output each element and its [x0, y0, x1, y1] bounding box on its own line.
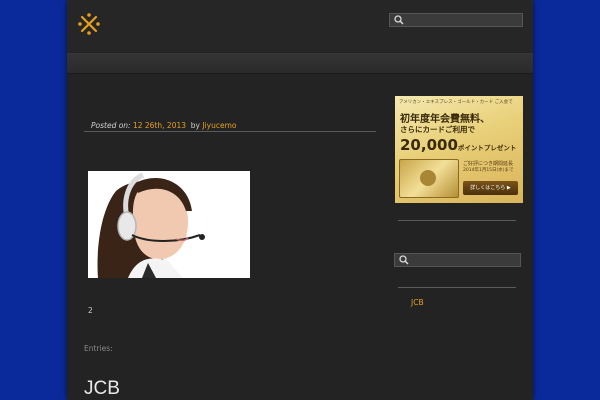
divider: [84, 131, 376, 132]
ad-amount: 20,000ポイントプレゼント: [400, 136, 516, 154]
site-header: [67, 0, 533, 52]
post-body-text: 2: [88, 306, 93, 315]
header-search-input[interactable]: [389, 13, 523, 27]
post-date-link[interactable]: 12 26th, 2013: [133, 121, 186, 130]
sidebar-category-link-jcb[interactable]: JCB: [411, 298, 424, 307]
by-label: by: [190, 121, 200, 130]
sidebar-divider: [398, 220, 516, 221]
entries-label: Entries:: [84, 344, 113, 353]
gold-card-image: [399, 159, 459, 198]
ad-amount-suffix: ポイントプレゼント: [457, 144, 517, 152]
ad-amount-value: 20,000: [400, 136, 458, 154]
ad-note-date: 2014年1月15日(水)まで: [463, 168, 514, 173]
ad-headline-2: さらにカードご利用で: [400, 125, 475, 134]
ad-small-text: アメリカン・エキスプレス・ゴールド・カード ご入会で: [399, 100, 513, 105]
asterisk-x-logo-icon[interactable]: [78, 13, 100, 35]
post-image-headset-woman: [88, 171, 250, 278]
post-meta: Posted on: 12 26th, 2013 by Jiyucemo: [91, 121, 237, 130]
ad-headline-1: 初年度年会費無料、: [400, 114, 490, 125]
page-container: Posted on: 12 26th, 2013 by Jiyucemo 2 E…: [67, 0, 533, 400]
posted-on-label: Posted on:: [91, 121, 131, 130]
ad-details-button[interactable]: 詳しくはこちら ▶: [463, 181, 518, 195]
sidebar-divider: [398, 287, 516, 288]
search-icon[interactable]: [399, 255, 409, 265]
archive-heading: JCB: [84, 378, 120, 399]
post-author-link[interactable]: Jiyucemo: [202, 121, 236, 130]
search-icon[interactable]: [394, 15, 404, 25]
sidebar-search-input[interactable]: [394, 253, 521, 267]
sidebar-ad-banner[interactable]: アメリカン・エキスプレス・ゴールド・カード ご入会で 初年度年会費無料、 さらに…: [395, 96, 523, 203]
card-emblem-icon: [420, 170, 436, 186]
main-navigation-bar: [67, 53, 533, 74]
ad-note-extension: ご好評につき期間延長: [463, 161, 514, 167]
